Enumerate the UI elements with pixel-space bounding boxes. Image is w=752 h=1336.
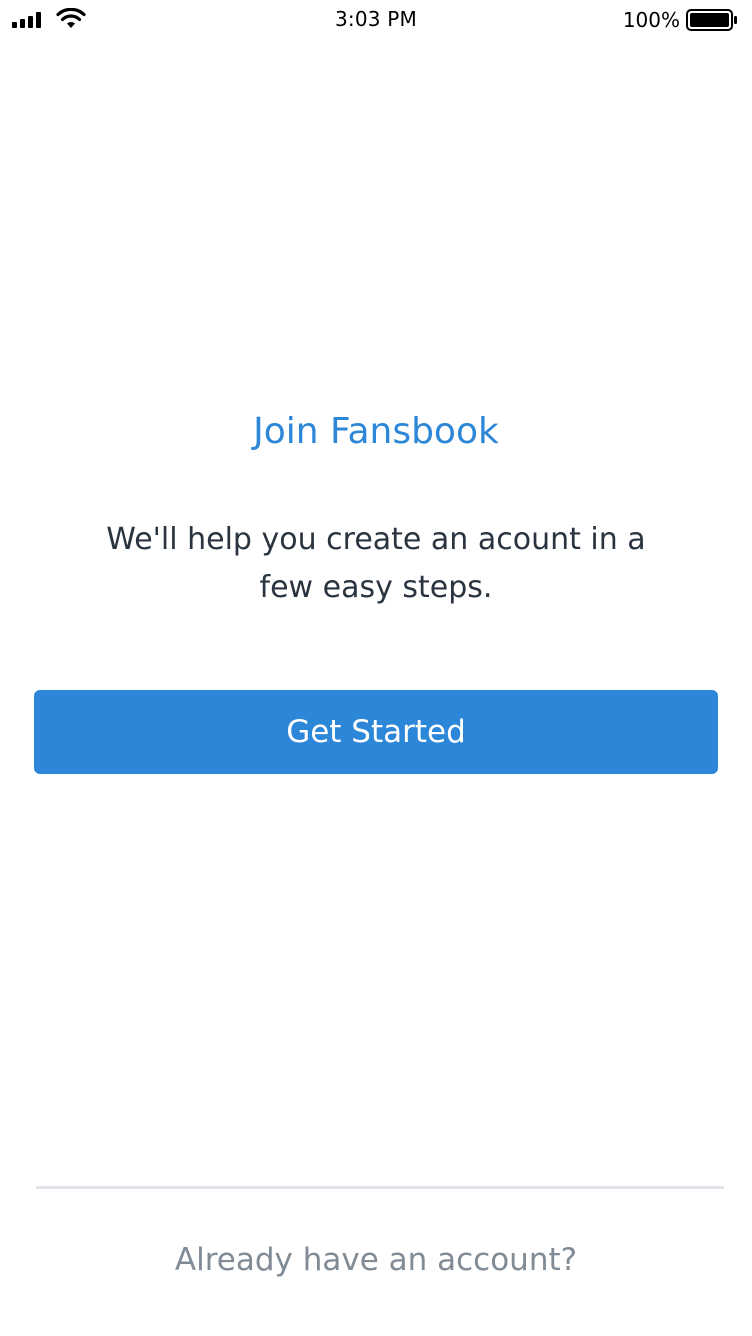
page-title: Join Fansbook: [253, 411, 499, 452]
status-bar: 3:03 PM 100%: [0, 0, 752, 40]
onboarding-screen: 3:03 PM 100% Join Fansbook We'll help yo…: [0, 0, 752, 1336]
divider: [36, 1186, 724, 1189]
battery-icon: [686, 9, 737, 31]
get-started-button[interactable]: Get Started: [34, 690, 718, 774]
battery-percent: 100%: [622, 8, 680, 32]
already-have-account-link[interactable]: Already have an account?: [0, 1236, 752, 1284]
welcome-description: We'll help you create an acount in a few…: [106, 522, 646, 605]
